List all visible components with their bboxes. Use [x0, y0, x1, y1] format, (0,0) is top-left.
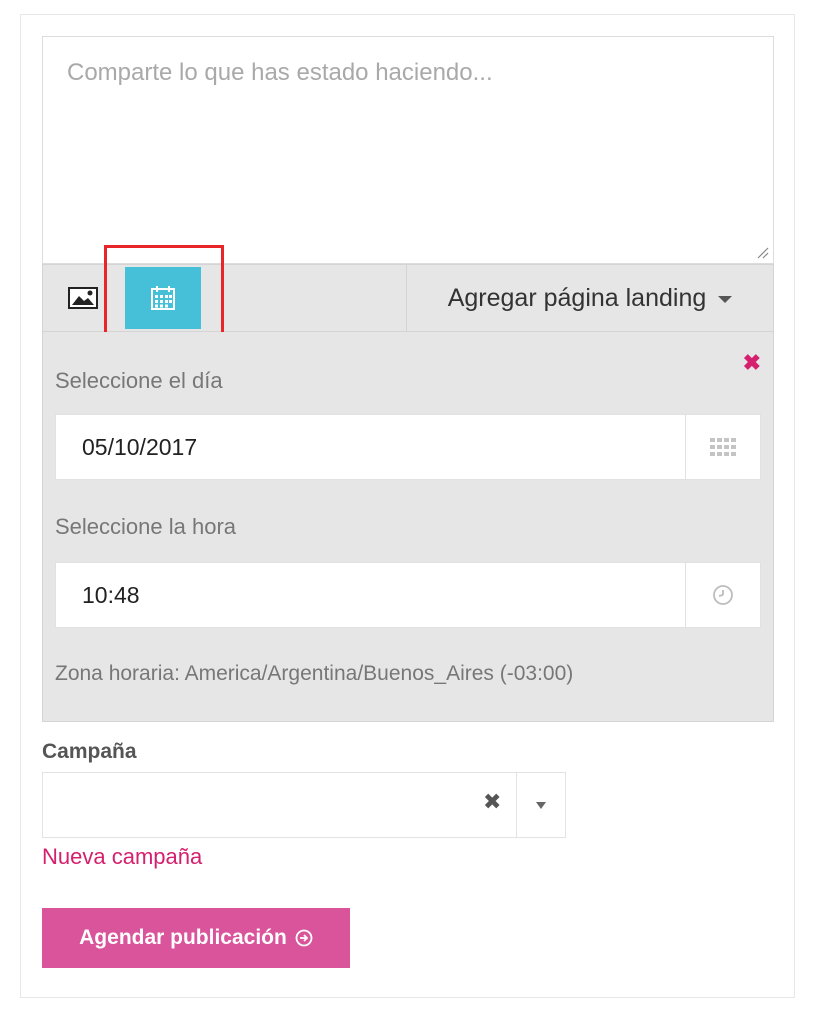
add-landing-page-dropdown[interactable]: Agregar página landing [406, 265, 773, 331]
post-textarea[interactable] [43, 37, 773, 263]
campaign-select[interactable]: ✖ [42, 772, 566, 838]
schedule-post-button[interactable]: Agendar publicación [42, 908, 350, 968]
clock-icon [713, 585, 733, 605]
image-icon [68, 287, 98, 309]
clear-campaign-icon[interactable]: ✖ [483, 789, 501, 815]
timezone-text: Zona horaria: America/Argentina/Buenos_A… [55, 662, 574, 685]
add-landing-page-label: Agregar página landing [447, 283, 707, 312]
resize-grip-icon[interactable] [755, 245, 769, 259]
time-picker-button[interactable] [685, 563, 760, 627]
close-schedule-icon[interactable]: ✖ [743, 350, 761, 376]
campaign-label: Campaña [42, 740, 137, 763]
arrow-circle-right-icon [295, 929, 313, 947]
chevron-down-icon [536, 801, 546, 809]
hour-field [55, 562, 761, 628]
composer-toolbar: Agregar página landing [42, 264, 774, 332]
post-composer [42, 36, 774, 264]
day-field [55, 414, 761, 480]
campaign-dropdown-toggle[interactable] [516, 773, 565, 837]
attach-image-button[interactable] [43, 265, 123, 331]
date-input[interactable] [56, 415, 676, 479]
schedule-panel: ✖ Seleccione el día Seleccione la hora Z… [42, 332, 774, 722]
calendar-icon [151, 286, 175, 310]
grid-calendar-icon [710, 438, 736, 456]
time-input[interactable] [56, 563, 676, 627]
new-campaign-link[interactable]: Nueva campaña [42, 844, 202, 870]
schedule-toggle-button[interactable] [125, 267, 201, 329]
day-label: Seleccione el día [55, 368, 223, 393]
schedule-post-label: Agendar publicación [79, 926, 287, 949]
date-picker-button[interactable] [685, 415, 760, 479]
hour-label: Seleccione la hora [55, 514, 237, 539]
caret-down-icon [718, 296, 733, 303]
